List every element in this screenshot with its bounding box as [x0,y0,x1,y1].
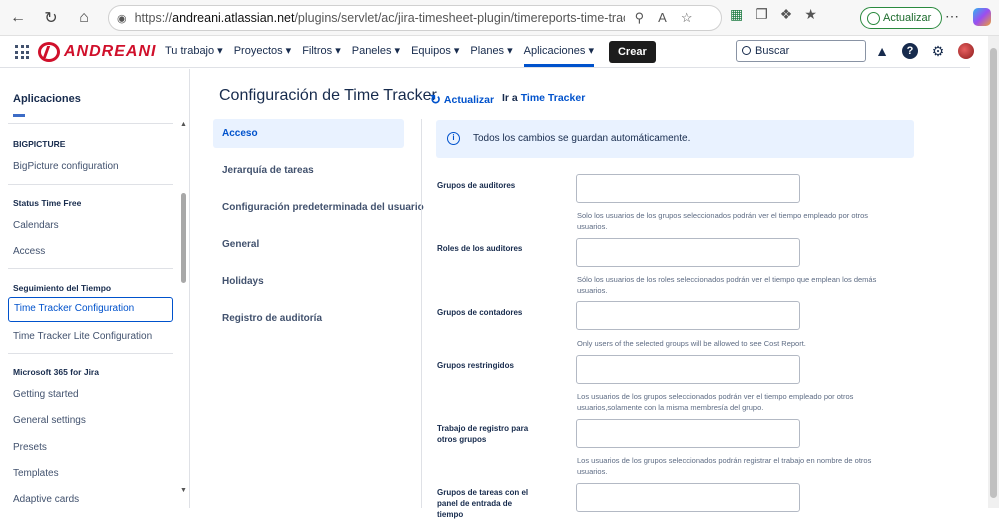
sidebar-divider [8,353,173,354]
sidebar-section-microsoft-365: Microsoft 365 for Jira [13,367,99,377]
field-label-trabajo-registro: Trabajo de registro para otros grupos [437,424,529,444]
andreani-logo[interactable]: ANDREANI [38,42,156,62]
jira-top-nav: ANDREANI Tu trabajo ▾ Proyectos ▾ Filtro… [0,36,974,68]
browser-update-button[interactable]: Actualizar [860,7,943,29]
grupos-auditores-input[interactable] [576,174,800,203]
field-help-grupos-restringidos: Los usuarios de los grupos seleccionados… [577,392,854,412]
create-button[interactable]: Crear [608,40,656,63]
reload-icon[interactable]: ↻ [36,3,66,33]
help-icon[interactable]: ? [902,43,918,59]
grupos-contadores-input[interactable] [576,301,800,330]
sidebar-title: Aplicaciones [13,93,81,105]
logo-text: ANDREANI [64,43,157,60]
settings-gear-icon[interactable]: ⚙ [930,43,946,59]
sidebar-section-seguimiento-del-tiempo: Seguimiento del Tiempo [13,283,112,293]
user-avatar[interactable] [958,43,974,59]
tab-configuracion-predeterminada[interactable]: Configuración predeterminada del usuario [213,193,424,222]
refresh-icon: ↻ [430,92,441,107]
time-tracker-link[interactable]: Time Tracker [521,92,586,104]
search-input[interactable]: Buscar [736,40,866,62]
field-label-grupos-tareas-panel: Grupos de tareas con el panel de entrada… [437,488,529,519]
sidebar-divider [8,123,173,124]
info-icon: i [447,132,460,145]
sidebar-item-general-settings[interactable]: General settings [13,415,86,426]
menu-equipos[interactable]: Equipos ▾ [411,36,459,67]
read-aloud-icon[interactable]: A [658,10,667,26]
partial-item-icon [13,114,25,117]
content-divider [421,119,422,508]
menu-filtros[interactable]: Filtros ▾ [302,36,341,67]
field-label-grupos-contadores: Grupos de contadores [437,308,523,317]
zoom-icon[interactable]: ⚲ [635,10,645,26]
top-menu: Tu trabajo ▾ Proyectos ▾ Filtros ▾ Panel… [165,36,656,67]
sidebar-item-calendars[interactable]: Calendars [13,220,59,231]
home-icon[interactable]: ⌂ [69,3,99,33]
app-switcher-icon[interactable] [15,45,29,59]
puzzle-icon[interactable]: ❖ [780,6,793,23]
sidebar-divider [8,268,173,269]
field-label-grupos-auditores: Grupos de auditores [437,181,516,190]
tab-acceso[interactable]: Acceso [213,119,404,148]
sidebar-section-bigpicture: BIGPICTURE [13,139,66,149]
field-help-roles-auditores: Sólo los usuarios de los roles seleccion… [577,275,877,295]
copilot-icon[interactable] [973,8,991,26]
notifications-icon[interactable]: ▲ [874,43,890,59]
menu-tu-trabajo[interactable]: Tu trabajo ▾ [165,36,223,67]
refresh-link[interactable]: ↻ Actualizar [430,92,494,108]
page-title: Configuración de Time Tracker [219,87,437,104]
sidebar-scrollbar-thumb[interactable] [181,193,186,283]
page-scrollbar[interactable] [988,36,999,508]
sidebar-item-time-tracker-configuration[interactable]: Time Tracker Configuration [8,297,173,322]
sidebar-divider [8,184,173,185]
extension-icon[interactable]: ❐ [755,6,768,23]
search-placeholder: Buscar [755,45,790,57]
sidebar-item-bigpicture-configuration[interactable]: BigPicture configuration [13,161,119,172]
field-help-grupos-auditores: Solo los usuarios de los grupos seleccio… [577,211,869,231]
sidebar-item-templates[interactable]: Templates [13,468,59,479]
tab-jerarquia-de-tareas[interactable]: Jerarquía de tareas [213,156,404,185]
trabajo-registro-input[interactable] [576,419,800,448]
menu-aplicaciones[interactable]: Aplicaciones ▾ [523,36,594,67]
field-help-grupos-contadores: Only users of the selected groups will b… [577,339,806,348]
site-info-icon[interactable]: ◉ [117,12,127,25]
info-banner: i Todos los cambios se guardan automátic… [436,120,914,158]
tab-registro-de-auditoria[interactable]: Registro de auditoría [213,304,404,333]
more-options-icon[interactable]: ⋯ [945,8,959,25]
sidebar-item-time-tracker-lite-configuration[interactable]: Time Tracker Lite Configuration [13,331,152,342]
field-help-trabajo-registro: Los usuarios de los grupos seleccionados… [577,456,872,476]
scroll-up-arrow-icon[interactable]: ▲ [180,121,187,128]
sidebar-scrollbar[interactable]: ▲ ▼ [180,121,187,497]
excel-extension-icon[interactable]: ▦ [730,6,743,23]
favorites-icon[interactable]: ★ [804,6,817,23]
tab-holidays[interactable]: Holidays [213,267,404,296]
sidebar-item-getting-started[interactable]: Getting started [13,389,79,400]
menu-paneles[interactable]: Paneles ▾ [352,36,400,67]
sidebar-section-status-time-free: Status Time Free [13,198,82,208]
sidebar: Aplicaciones BIGPICTURE BigPicture confi… [0,69,190,508]
goto-time-tracker[interactable]: Ir a Time Tracker [502,92,585,104]
scroll-down-arrow-icon[interactable]: ▼ [180,487,187,494]
favorite-star-icon[interactable]: ☆ [681,10,693,26]
info-banner-text: Todos los cambios se guardan automáticam… [473,133,691,144]
sidebar-item-presets[interactable]: Presets [13,442,47,453]
tab-general[interactable]: General [213,230,404,259]
andreani-logo-mark-icon [38,42,60,62]
back-arrow-icon[interactable]: ← [3,3,33,33]
menu-planes[interactable]: Planes ▾ [470,36,512,67]
field-label-roles-auditores: Roles de los auditores [437,244,523,253]
address-bar[interactable]: ◉ https://andreani.atlassian.net/plugins… [108,5,722,31]
field-label-grupos-restringidos: Grupos restringidos [437,361,514,370]
menu-proyectos[interactable]: Proyectos ▾ [234,36,292,67]
page-scrollbar-thumb[interactable] [990,48,997,498]
url-text[interactable]: https://andreani.atlassian.net/plugins/s… [135,11,625,25]
sidebar-item-access[interactable]: Access [13,246,45,257]
roles-auditores-input[interactable] [576,238,800,267]
grupos-restringidos-input[interactable] [576,355,800,384]
sidebar-item-adaptive-cards[interactable]: Adaptive cards [13,494,79,505]
